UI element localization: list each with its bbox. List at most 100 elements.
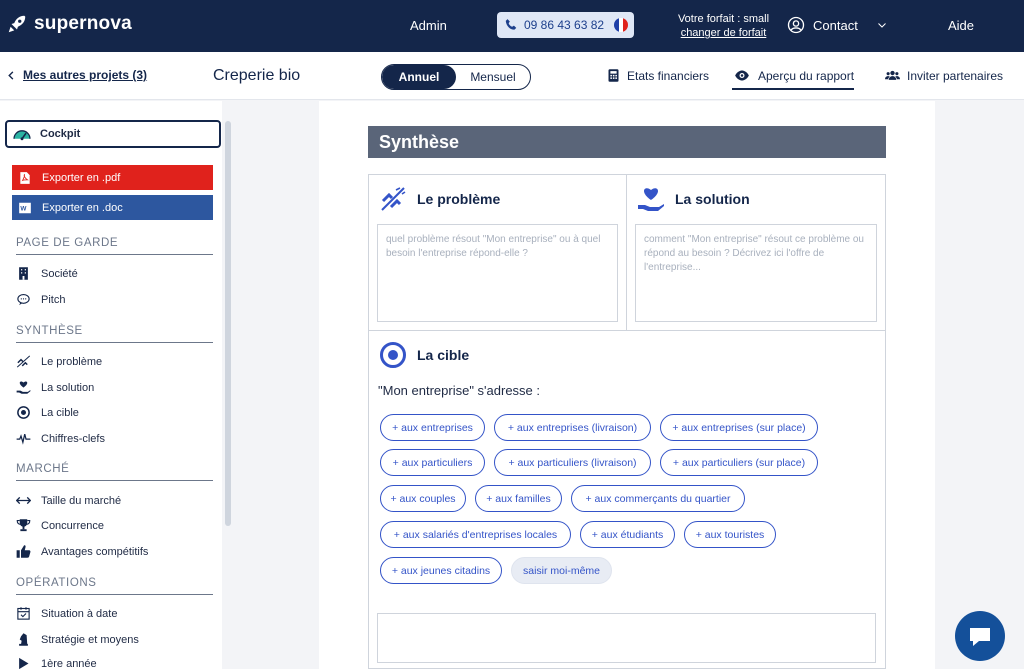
sidebar-item-concurrence[interactable]: Concurrence — [16, 518, 104, 533]
solution-heading: La solution — [637, 185, 750, 213]
sidebar-item-probleme[interactable]: Le problème — [16, 354, 102, 369]
sidebar-item-pitch[interactable]: Pitch — [16, 292, 65, 307]
inviter-partenaires-link[interactable]: Inviter partenaires — [884, 68, 1003, 83]
contact-menu[interactable]: Contact — [787, 16, 888, 34]
chat-button[interactable] — [955, 611, 1005, 661]
sidebar-item-label: Situation à date — [41, 607, 118, 620]
logo[interactable]: supernova — [6, 13, 132, 35]
sidebar-item-label: La solution — [41, 381, 95, 394]
cible-question: "Mon entreprise" s'adresse : — [378, 383, 541, 398]
sidebar-item-societe[interactable]: Société — [16, 266, 78, 281]
sidebar-item-solution[interactable]: La solution — [16, 380, 94, 395]
sidebar-scrollbar[interactable] — [225, 121, 231, 526]
probleme-textarea[interactable]: quel problème résout "Mon entreprise" ou… — [377, 224, 618, 322]
building-icon — [19, 267, 28, 280]
export-doc-button[interactable]: W Exporter en .doc — [12, 195, 213, 220]
cible-chip[interactable]: + aux jeunes citadins — [380, 557, 502, 584]
sidebar-item-label: Avantages compétitifs — [41, 545, 149, 558]
phone-number: 09 86 43 63 82 — [524, 18, 605, 32]
plan-label: Votre forfait : small — [677, 13, 770, 25]
sidebar-item-avantages[interactable]: Avantages compétitifs — [16, 544, 148, 559]
user-circle-icon — [787, 16, 805, 34]
project-name: Creperie bio — [213, 67, 301, 84]
sidebar-item-label: Le problème — [41, 355, 103, 368]
sidebar-item-label: Société — [41, 267, 78, 280]
chat-bubble-icon — [970, 628, 990, 646]
section-page-de-garde: PAGE DE GARDE — [16, 237, 213, 255]
inviter-label: Inviter partenaires — [907, 68, 1004, 83]
back-link[interactable]: Mes autres projets (3) — [6, 68, 147, 82]
calculator-icon — [608, 69, 619, 82]
hand-heart-icon — [638, 188, 664, 211]
sidebar-item-label: 1ère année — [41, 657, 97, 669]
broken-link-icon — [381, 187, 406, 211]
solution-textarea[interactable]: comment "Mon entreprise" résout ce probl… — [635, 224, 877, 322]
cible-chip[interactable]: + aux particuliers (livraison) — [494, 449, 651, 476]
cible-heading: La cible — [379, 341, 469, 369]
cible-chip[interactable]: + aux couples — [380, 485, 466, 512]
sidebar-item-cible[interactable]: La cible — [16, 405, 79, 420]
gauge-icon — [13, 130, 31, 141]
target-icon — [17, 406, 30, 419]
phone-icon — [505, 19, 517, 30]
cible-chip[interactable]: + aux entreprises (livraison) — [494, 414, 651, 441]
solution-title: La solution — [675, 191, 750, 207]
aide-link[interactable]: Aide — [948, 18, 974, 33]
top-navbar: supernova Admin 09 86 43 63 82 Votre for… — [0, 0, 1024, 52]
cible-chip[interactable]: + aux particuliers (sur place) — [660, 449, 818, 476]
section-marche: MARCHÉ — [16, 463, 213, 481]
period-toggle: Annuel Mensuel — [381, 64, 531, 90]
cible-title: La cible — [417, 347, 470, 363]
cible-chip[interactable]: + aux familles — [475, 485, 562, 512]
plan-info: Votre forfait : small changer de forfait — [665, 12, 782, 40]
cible-chip[interactable]: + aux commerçants du quartier — [571, 485, 745, 512]
sidebar-item-strategie[interactable]: Stratégie et moyens — [16, 632, 139, 647]
export-doc-label: Exporter en .doc — [42, 201, 123, 214]
apercu-rapport-link[interactable]: Aperçu du rapport — [732, 68, 855, 90]
cible-chip[interactable]: + aux salariés d'entreprises locales — [380, 521, 571, 548]
trophy-icon — [16, 519, 31, 532]
cible-textarea[interactable] — [377, 613, 876, 663]
cockpit-button[interactable]: Cockpit — [5, 120, 221, 148]
admin-link[interactable]: Admin — [410, 18, 447, 33]
chess-knight-icon — [19, 633, 28, 646]
sidebar-item-situation[interactable]: Situation à date — [16, 606, 117, 621]
chevron-left-icon — [8, 70, 14, 80]
project-header: Mes autres projets (3) Creperie bio Annu… — [0, 52, 1024, 100]
change-plan-link[interactable]: changer de forfait — [665, 26, 782, 40]
sidebar-item-label: Chiffres-clefs — [41, 432, 105, 445]
speech-bubble-icon — [17, 293, 30, 306]
sidebar-item-label: Concurrence — [41, 519, 104, 532]
france-flag-icon — [614, 18, 629, 32]
probleme-title: Le problème — [417, 191, 501, 207]
phone-button[interactable]: 09 86 43 63 82 — [497, 12, 634, 38]
sidebar-item-label: Taille du marché — [41, 494, 122, 507]
sidebar-item-label: Stratégie et moyens — [41, 633, 139, 646]
section-synthese: SYNTHÈSE — [16, 325, 213, 343]
sidebar-item-taille[interactable]: Taille du marché — [16, 493, 121, 508]
sidebar-item-annee1[interactable]: 1ère année — [16, 656, 97, 669]
users-icon — [885, 70, 900, 80]
svg-text:W: W — [20, 205, 27, 212]
cible-chip[interactable]: + aux entreprises — [380, 414, 485, 441]
hand-heart-icon — [16, 381, 31, 394]
cockpit-label: Cockpit — [40, 128, 81, 140]
sidebar-item-label: Pitch — [41, 293, 66, 306]
cible-chip[interactable]: + aux particuliers — [380, 449, 485, 476]
etats-financiers-link[interactable]: Etats financiers — [606, 68, 709, 83]
cible-chip[interactable]: + aux touristes — [684, 521, 776, 548]
export-pdf-label: Exporter en .pdf — [42, 171, 121, 184]
calendar-check-icon — [17, 607, 30, 620]
section-operations: OPÉRATIONS — [16, 577, 213, 595]
report-page: Synthèse Le problème quel problème résou… — [319, 101, 935, 669]
synthese-banner: Synthèse — [368, 126, 886, 158]
cible-chip[interactable]: + aux entreprises (sur place) — [660, 414, 818, 441]
rocket-icon — [8, 15, 26, 33]
play-icon — [19, 657, 29, 669]
toggle-mensuel[interactable]: Mensuel — [456, 65, 530, 89]
saisir-moi-meme-chip[interactable]: saisir moi-même — [511, 557, 612, 584]
sidebar-item-chiffres[interactable]: Chiffres-clefs — [16, 431, 105, 446]
export-pdf-button[interactable]: Exporter en .pdf — [12, 165, 213, 190]
cible-chip[interactable]: + aux étudiants — [580, 521, 675, 548]
toggle-annuel[interactable]: Annuel — [382, 65, 456, 89]
